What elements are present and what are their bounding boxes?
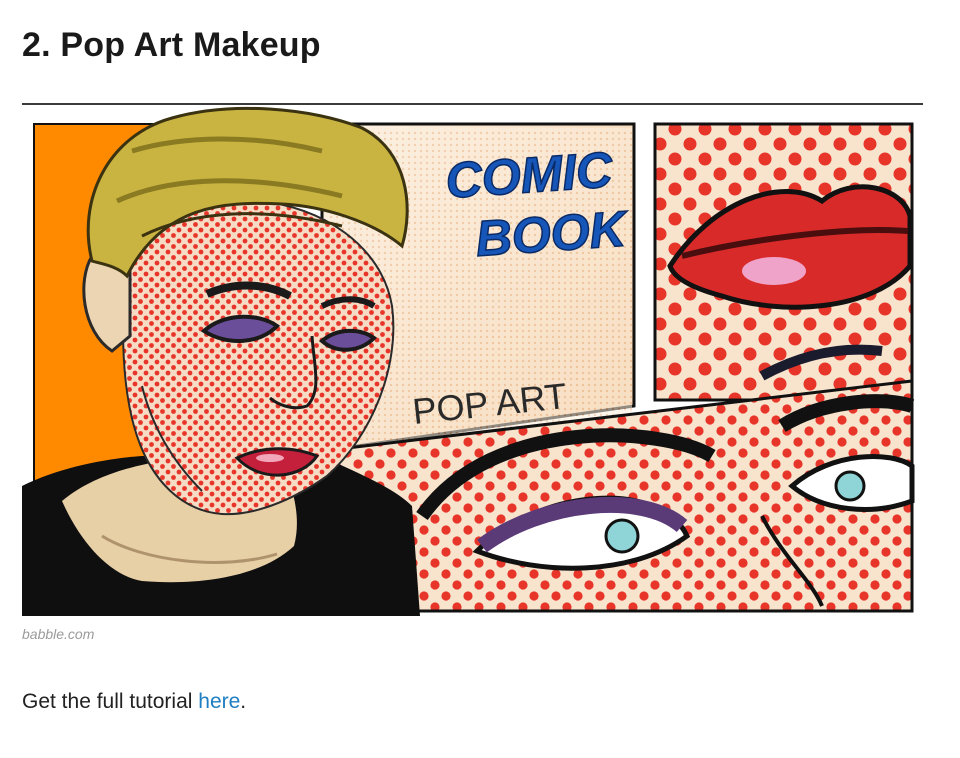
tutorial-link[interactable]: here <box>198 690 240 713</box>
article-heading: 2. Pop Art Makeup <box>22 26 321 64</box>
heading-divider <box>22 103 923 105</box>
image-credit: babble.com <box>22 626 95 642</box>
pop-art-image: COMIC BOOK POP ART <box>22 106 923 616</box>
tutorial-paragraph: Get the full tutorial here. <box>22 690 246 714</box>
lips-panel <box>653 122 914 402</box>
article-page: 2. Pop Art Makeup COMIC BOOK POP ART bab… <box>0 0 960 758</box>
comic-caption-line-2: BOOK <box>474 200 631 267</box>
tutorial-text-suffix: . <box>240 690 247 713</box>
comic-caption-line-1: COMIC <box>444 141 615 209</box>
tutorial-text-prefix: Get the full tutorial <box>22 690 199 713</box>
